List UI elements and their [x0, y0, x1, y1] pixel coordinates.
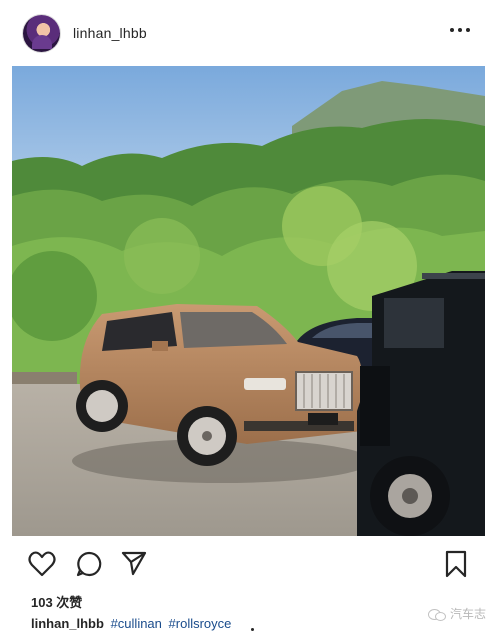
- hashtag-rollsroyce[interactable]: #rollsroyce: [169, 616, 232, 631]
- post-photo[interactable]: [12, 66, 485, 536]
- wechat-icon: [427, 607, 446, 621]
- avatar[interactable]: [23, 15, 60, 52]
- post-header: linhan_lhbb: [0, 0, 500, 66]
- comment-icon[interactable]: [76, 551, 102, 582]
- caption-username[interactable]: linhan_lhbb: [31, 616, 104, 631]
- share-icon[interactable]: [121, 550, 147, 581]
- heart-icon[interactable]: [28, 551, 56, 582]
- likes-count[interactable]: 103 次赞: [31, 592, 82, 611]
- hashtag-cullinan[interactable]: #cullinan: [111, 616, 162, 631]
- post-caption: linhan_lhbb #cullinan #rollsroyce: [31, 616, 231, 631]
- more-icon[interactable]: [450, 26, 470, 34]
- watermark: 汽车志: [427, 605, 486, 622]
- post-actions: [0, 543, 500, 583]
- decorative-dot: [251, 628, 254, 631]
- bookmark-icon[interactable]: [444, 550, 468, 583]
- post-username[interactable]: linhan_lhbb: [73, 25, 147, 41]
- watermark-text: 汽车志: [449, 607, 486, 621]
